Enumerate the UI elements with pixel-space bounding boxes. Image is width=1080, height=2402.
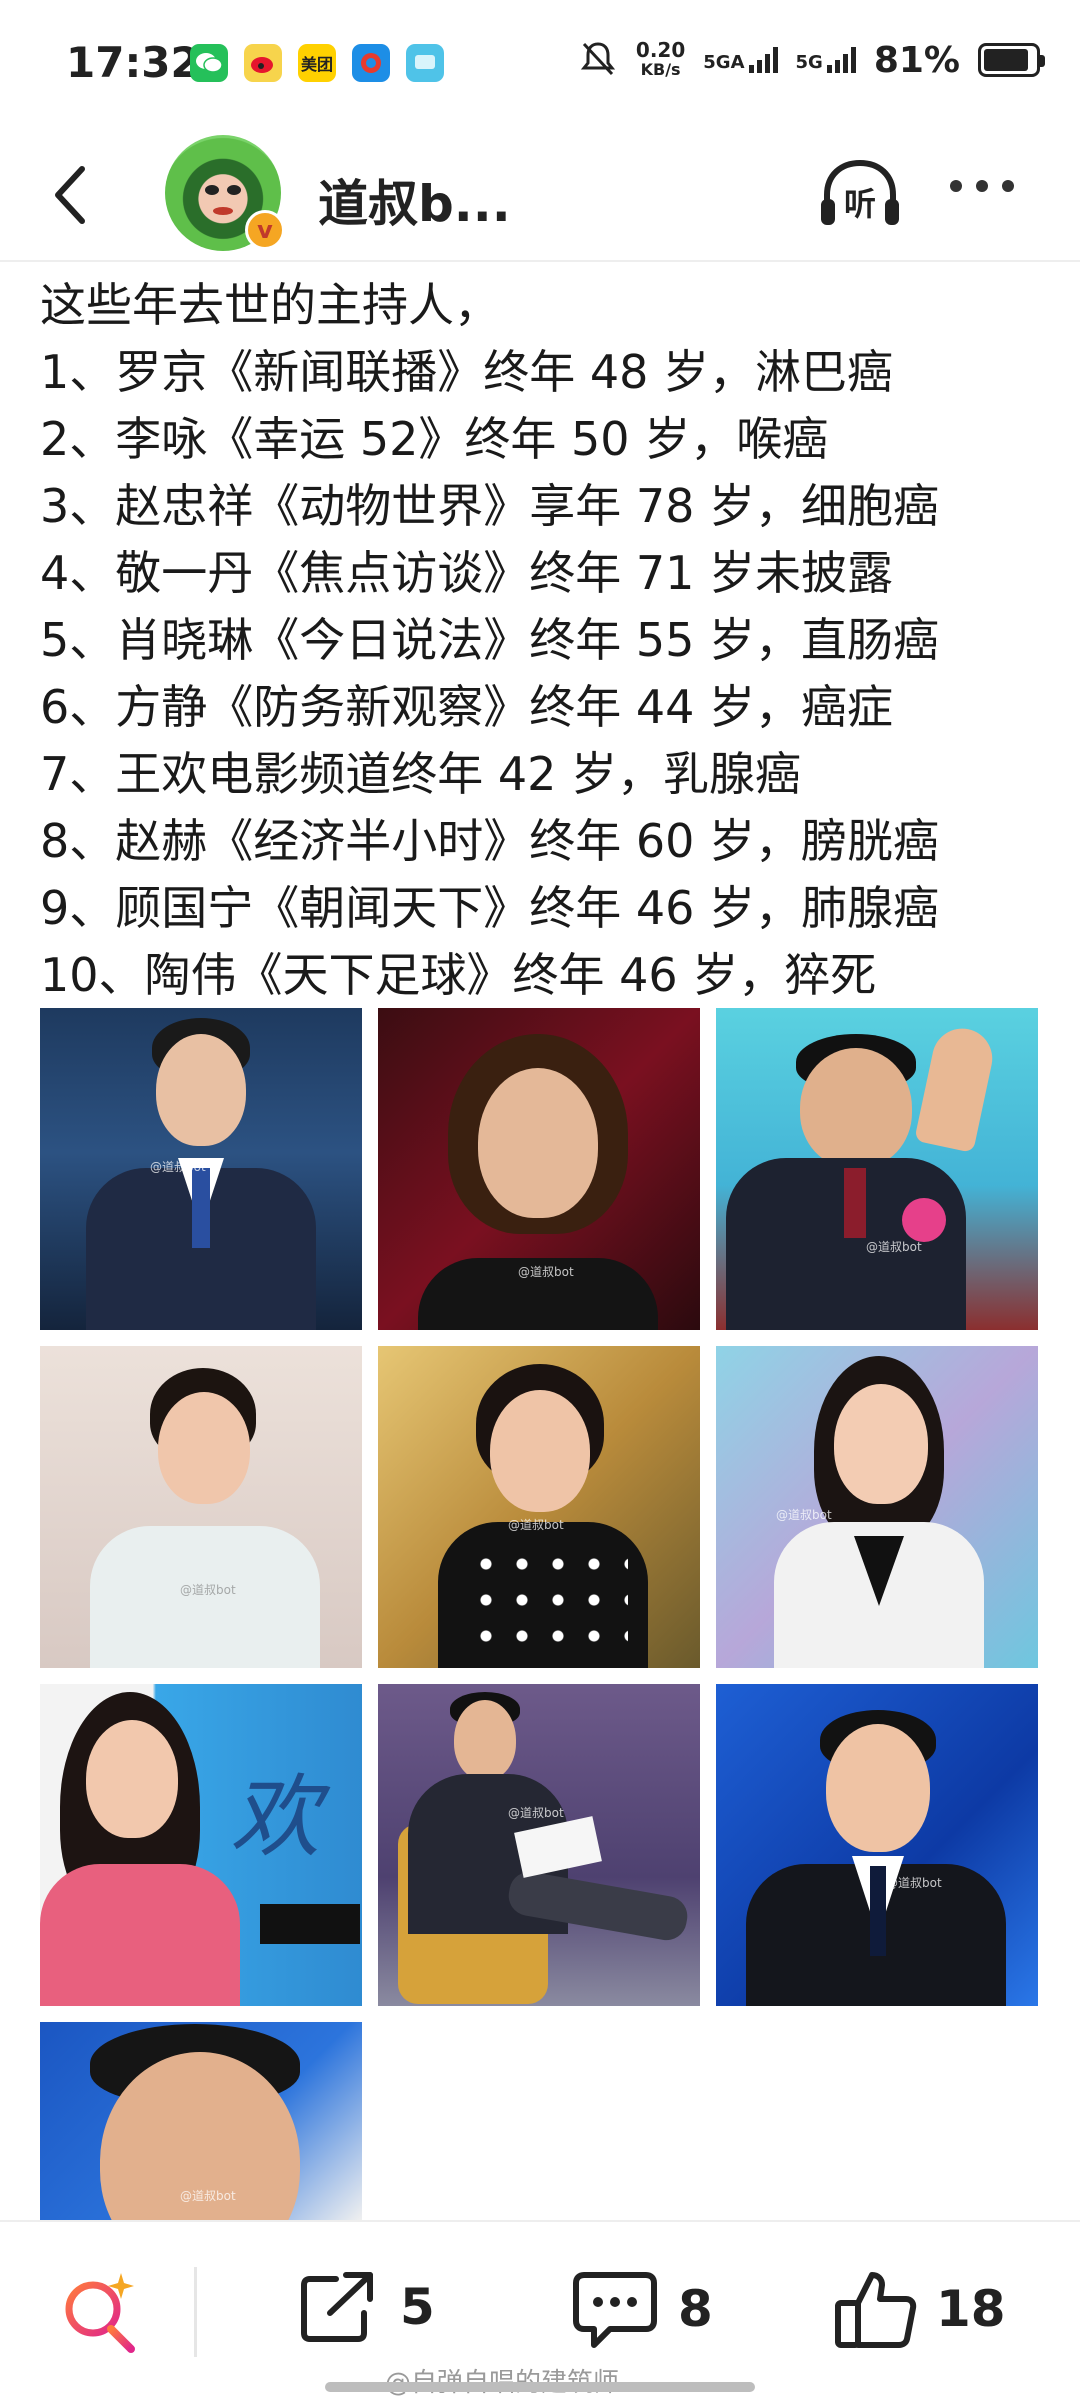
share-button[interactable]: 5 xyxy=(296,2267,435,2347)
photo-6[interactable]: @道叔bot xyxy=(716,1346,1038,1668)
post-line: 2、李咏《幸运 52》终年 50 岁，喉癌 xyxy=(40,412,829,466)
wechat-icon xyxy=(190,44,228,82)
meituan-icon: 美团 xyxy=(298,44,336,82)
dot-icon xyxy=(950,180,962,192)
status-time: 17:32 xyxy=(66,38,200,87)
photo-5[interactable]: @道叔bot xyxy=(378,1346,700,1668)
dot-icon xyxy=(1002,180,1014,192)
post-line: 4、敬一丹《焦点访谈》终年 71 岁未披露 xyxy=(40,546,894,600)
post-line: 3、赵忠祥《动物世界》享年 78 岁，细胞癌 xyxy=(40,479,940,533)
divider xyxy=(194,2267,197,2357)
battery-percent: 81% xyxy=(873,39,960,81)
weibo-watermark: @自弹自唱的建筑师 xyxy=(385,2362,619,2399)
signal-sim1: 5GA xyxy=(703,47,778,73)
comment-icon xyxy=(573,2272,657,2348)
photo-2[interactable]: @道叔bot xyxy=(378,1008,700,1330)
post-line: 8、赵赫《经济半小时》终年 60 岁，膀胱癌 xyxy=(40,814,940,868)
photo-1[interactable]: @道叔bot xyxy=(40,1008,362,1330)
notification-app-icons: 美团 xyxy=(190,44,444,82)
share-icon xyxy=(301,2272,373,2342)
watermark: @道叔bot xyxy=(180,1583,236,1597)
mute-icon xyxy=(578,38,618,82)
status-indicators: 0.20 KB/s 5GA 5G 81% xyxy=(578,38,1045,82)
watermark: @道叔bot xyxy=(886,1876,942,1890)
post-header: v 道叔b... 听 xyxy=(0,130,1080,262)
post-line: 1、罗京《新闻联播》终年 48 岁，淋巴癌 xyxy=(40,345,894,399)
photo-7[interactable]: 欢 xyxy=(40,1684,362,2006)
username[interactable]: 道叔b... xyxy=(318,164,511,236)
back-button[interactable] xyxy=(40,160,100,230)
watermark: @道叔bot xyxy=(508,1806,564,1820)
photo-9[interactable]: @道叔bot xyxy=(716,1684,1038,2006)
photo-10[interactable]: @道叔bot xyxy=(40,2022,362,2220)
listen-button[interactable]: 听 xyxy=(815,155,905,235)
watermark: @道叔bot xyxy=(150,1160,206,1174)
photo-caption: 欢 xyxy=(230,1765,320,1870)
watermark: @道叔bot xyxy=(508,1518,564,1532)
ai-search-icon xyxy=(65,2273,135,2353)
photo-8[interactable]: @道叔bot xyxy=(378,1684,700,2006)
share-count: 5 xyxy=(400,2278,435,2336)
comment-count: 8 xyxy=(678,2280,713,2338)
post-line: 7、王欢电影频道终年 42 岁，乳腺癌 xyxy=(40,747,802,801)
photo-3[interactable]: @道叔bot xyxy=(716,1008,1038,1330)
ai-search-button[interactable] xyxy=(55,2267,145,2357)
post-line: 这些年去世的主持人， xyxy=(40,278,500,332)
comment-button[interactable]: 8 xyxy=(570,2267,713,2351)
thumbs-up-icon xyxy=(835,2272,917,2348)
watermark: @道叔bot xyxy=(518,1265,574,1279)
verified-badge: v xyxy=(245,210,285,250)
watermark: @道叔bot xyxy=(866,1240,922,1254)
message-icon xyxy=(406,44,444,82)
post-content: 这些年去世的主持人， 1、罗京《新闻联播》终年 48 岁，淋巴癌 2、李咏《幸运… xyxy=(40,272,1050,1009)
chevron-left-icon xyxy=(55,166,85,224)
watermark: @道叔bot xyxy=(776,1508,832,1522)
status-bar: 17:32 美团 0.20 KB/s 5GA 5G 81% xyxy=(0,0,1080,130)
home-indicator[interactable] xyxy=(325,2382,755,2392)
more-options-button[interactable] xyxy=(950,180,1014,192)
post-line: 10、陶伟《天下足球》终年 46 岁，猝死 xyxy=(40,948,877,1002)
weibo-icon xyxy=(244,44,282,82)
signal-sim2: 5G xyxy=(796,47,856,73)
post-line: 5、肖晓琳《今日说法》终年 55 岁，直肠癌 xyxy=(40,613,940,667)
post-line: 9、顾国宁《朝闻天下》终年 46 岁，肺腺癌 xyxy=(40,881,940,935)
like-count: 18 xyxy=(936,2280,1006,2338)
headphones-icon: 听 xyxy=(821,159,899,225)
bottom-action-bar: 5 8 18 @自弹自唱的建筑师 xyxy=(0,2220,1080,2402)
dot-icon xyxy=(976,180,988,192)
like-button[interactable]: 18 xyxy=(832,2267,1006,2351)
battery-icon xyxy=(978,43,1045,77)
app-icon xyxy=(352,44,390,82)
listen-label: 听 xyxy=(844,185,876,223)
network-speed: 0.20 KB/s xyxy=(635,38,686,79)
watermark: @道叔bot xyxy=(180,2189,236,2203)
post-line: 6、方静《防务新观察》终年 44 岁，癌症 xyxy=(40,680,894,734)
photo-4[interactable]: @道叔bot xyxy=(40,1346,362,1668)
